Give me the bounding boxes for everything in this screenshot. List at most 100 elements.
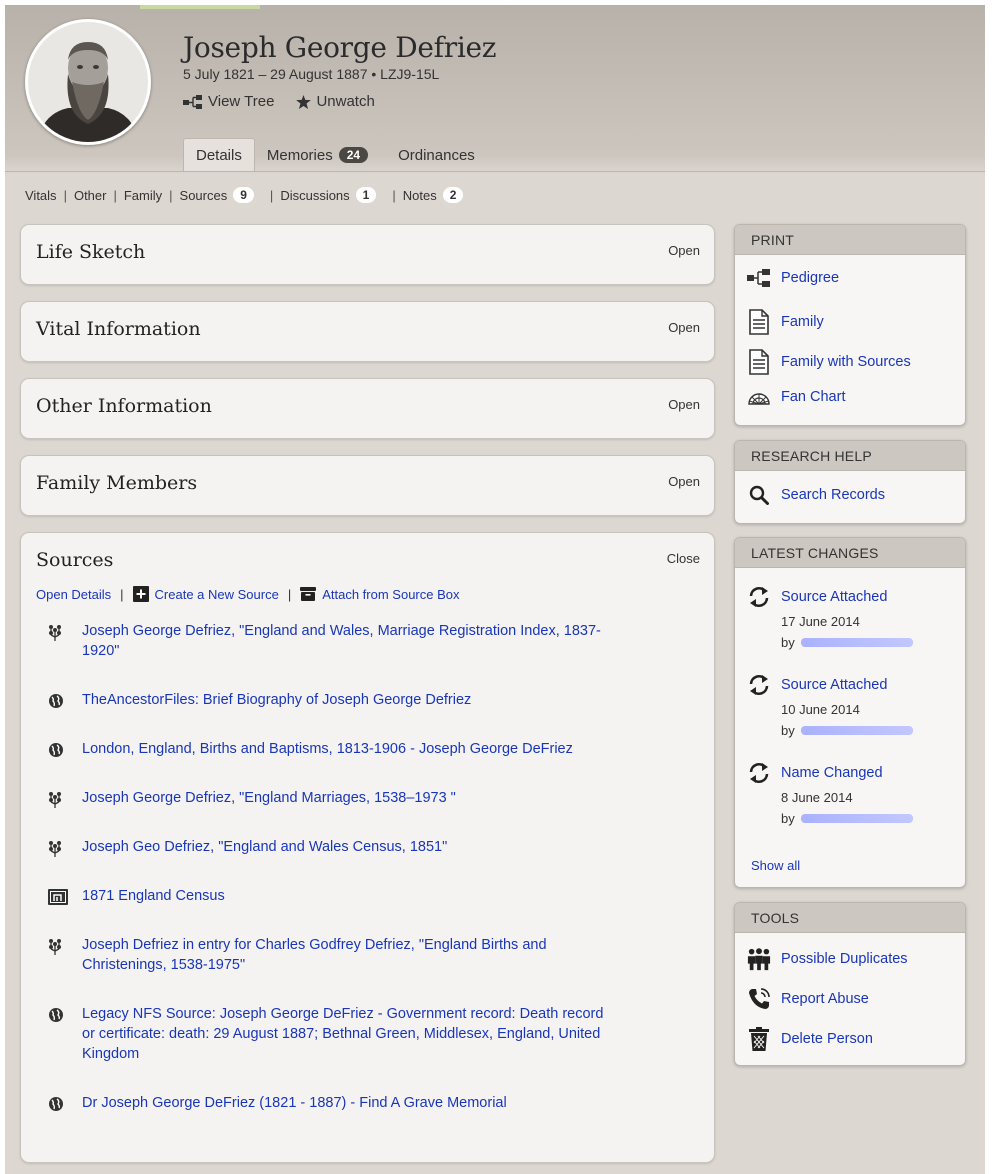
other-information-title: Other Information	[36, 395, 212, 417]
globe-icon	[46, 690, 82, 710]
vital-information-title: Vital Information	[36, 318, 201, 340]
possible-duplicates-label: Possible Duplicates	[781, 951, 908, 967]
source-link[interactable]: Dr Joseph George DeFriez (1821 - 1887) -…	[82, 1093, 612, 1113]
source-item: 1871 England Census	[46, 886, 686, 906]
tree-icon	[46, 837, 82, 858]
subnav-discussions[interactable]: Discussions 1	[280, 187, 377, 203]
person-name: Joseph George Defriez	[183, 31, 497, 64]
census-icon	[46, 886, 82, 906]
fan-chart-icon	[748, 393, 770, 405]
source-link[interactable]: Legacy NFS Source: Joseph George DeFriez…	[82, 1004, 612, 1064]
source-link[interactable]: TheAncestorFiles: Brief Biography of Jos…	[82, 690, 612, 710]
sync-icon	[749, 675, 769, 695]
life-sketch-toggle[interactable]: Open	[668, 243, 700, 258]
tab-memories[interactable]: Memories 24	[255, 138, 380, 172]
subnav-sources[interactable]: Sources 9	[180, 187, 254, 203]
life-sketch-panel: Life Sketch Open	[20, 224, 715, 285]
discussions-count-badge: 1	[355, 187, 377, 203]
print-fan-chart-link[interactable]: Fan Chart	[747, 389, 845, 405]
source-item: Joseph Defriez in entry for Charles Godf…	[46, 935, 686, 975]
print-pedigree-label: Pedigree	[781, 270, 840, 286]
source-link[interactable]: 1871 England Census	[82, 886, 612, 906]
source-item: Joseph George Defriez, "England Marriage…	[46, 788, 686, 809]
print-family-with-sources-link[interactable]: Family with Sources	[747, 349, 911, 375]
create-new-source-button[interactable]: Create a New Source	[132, 586, 279, 602]
open-details-link[interactable]: Open Details	[36, 587, 111, 602]
open-details-label: Open Details	[36, 586, 112, 602]
main-tabs: Details Memories 24 Ordinances	[183, 138, 487, 172]
vital-information-toggle[interactable]: Open	[668, 320, 700, 335]
subnav-notes[interactable]: Notes 2	[403, 187, 464, 203]
tab-details-label: Details	[196, 147, 242, 164]
avatar	[25, 19, 151, 145]
source-item: Legacy NFS Source: Joseph George DeFriez…	[46, 1004, 686, 1064]
change-title-link[interactable]: Name Changed	[747, 762, 957, 784]
subnav-family-label: Family	[123, 187, 163, 203]
source-box-icon	[300, 587, 317, 601]
other-information-toggle[interactable]: Open	[668, 397, 700, 412]
tree-icon	[46, 621, 82, 661]
print-pedigree-link[interactable]: Pedigree	[747, 269, 839, 287]
print-family-link[interactable]: Family	[747, 309, 824, 335]
source-link[interactable]: Joseph Defriez in entry for Charles Godf…	[82, 935, 612, 975]
create-new-source-label: Create a New Source	[154, 586, 279, 602]
tab-details[interactable]: Details	[183, 138, 255, 172]
header-actions: View Tree Unwatch	[183, 93, 375, 110]
source-link[interactable]: London, England, Births and Baptisms, 18…	[82, 739, 612, 759]
subnav-vitals-label: Vitals	[25, 187, 57, 203]
separator: |	[169, 187, 173, 203]
report-abuse-label: Report Abuse	[781, 991, 869, 1007]
view-tree-button[interactable]: View Tree	[183, 93, 274, 110]
search-records-label: Search Records	[781, 487, 885, 503]
change-title-link[interactable]: Source Attached	[747, 586, 957, 608]
delete-person-link[interactable]: Delete Person	[747, 1027, 873, 1051]
attach-from-source-box-button[interactable]: Attach from Source Box	[300, 586, 460, 602]
attach-from-source-box-label: Attach from Source Box	[322, 586, 460, 602]
tree-icon	[46, 935, 82, 975]
source-link[interactable]: Joseph Geo Defriez, "England and Wales C…	[82, 837, 612, 858]
separator: |	[113, 187, 117, 203]
subnav-vitals[interactable]: Vitals	[25, 188, 57, 203]
show-all-changes-link[interactable]: Show all	[751, 858, 800, 873]
source-item: London, England, Births and Baptisms, 18…	[46, 739, 686, 759]
tab-ordinances[interactable]: Ordinances	[386, 138, 487, 172]
subnav-family[interactable]: Family	[124, 188, 162, 203]
family-members-toggle[interactable]: Open	[668, 474, 700, 489]
person-lifespan-id: 5 July 1821 – 29 August 1887 • LZJ9-15L	[183, 66, 440, 82]
sources-panel: Sources Close Open Details | Create a Ne…	[20, 532, 715, 1163]
change-author: by	[781, 723, 957, 738]
globe-icon	[46, 739, 82, 759]
unwatch-button[interactable]: Unwatch	[296, 93, 375, 110]
separator: |	[63, 187, 67, 203]
source-link[interactable]: Joseph George Defriez, "England Marriage…	[82, 788, 612, 809]
sources-close-toggle[interactable]: Close	[667, 551, 700, 566]
search-icon	[749, 485, 769, 505]
portrait-photo	[28, 22, 148, 142]
print-fan-chart-label: Fan Chart	[781, 389, 846, 405]
change-date: 10 June 2014	[781, 702, 860, 717]
possible-duplicates-link[interactable]: Possible Duplicates	[747, 947, 908, 971]
view-tree-label: View Tree	[208, 93, 275, 110]
separator: |	[392, 187, 396, 203]
change-by-label: by	[781, 723, 795, 738]
person-page: Joseph George Defriez 5 July 1821 – 29 A…	[5, 5, 985, 1174]
tools-box: TOOLS Possible Duplicates Report Abuse D…	[734, 902, 966, 1066]
other-information-panel: Other Information Open	[20, 378, 715, 439]
subnav-other[interactable]: Other	[74, 188, 107, 203]
search-records-link[interactable]: Search Records	[747, 485, 885, 505]
source-actions: Open Details | Create a New Source | Att…	[36, 586, 460, 602]
star-icon	[296, 94, 312, 109]
document-icon	[749, 309, 769, 335]
source-link[interactable]: Joseph George Defriez, "England and Wale…	[82, 621, 612, 661]
subnav-sources-label: Sources	[179, 187, 228, 203]
separator: |	[120, 586, 124, 602]
latest-changes-box: LATEST CHANGES Source Attached 17 June 2…	[734, 537, 966, 888]
change-by-label: by	[781, 635, 795, 650]
change-title-link[interactable]: Source Attached	[747, 674, 957, 696]
report-abuse-link[interactable]: Report Abuse	[747, 987, 869, 1011]
redacted-contributor	[800, 726, 913, 735]
tab-ordinances-label: Ordinances	[398, 146, 475, 164]
change-title-label: Name Changed	[781, 765, 883, 781]
pedigree-icon	[183, 94, 202, 109]
print-family-label: Family	[781, 314, 824, 330]
